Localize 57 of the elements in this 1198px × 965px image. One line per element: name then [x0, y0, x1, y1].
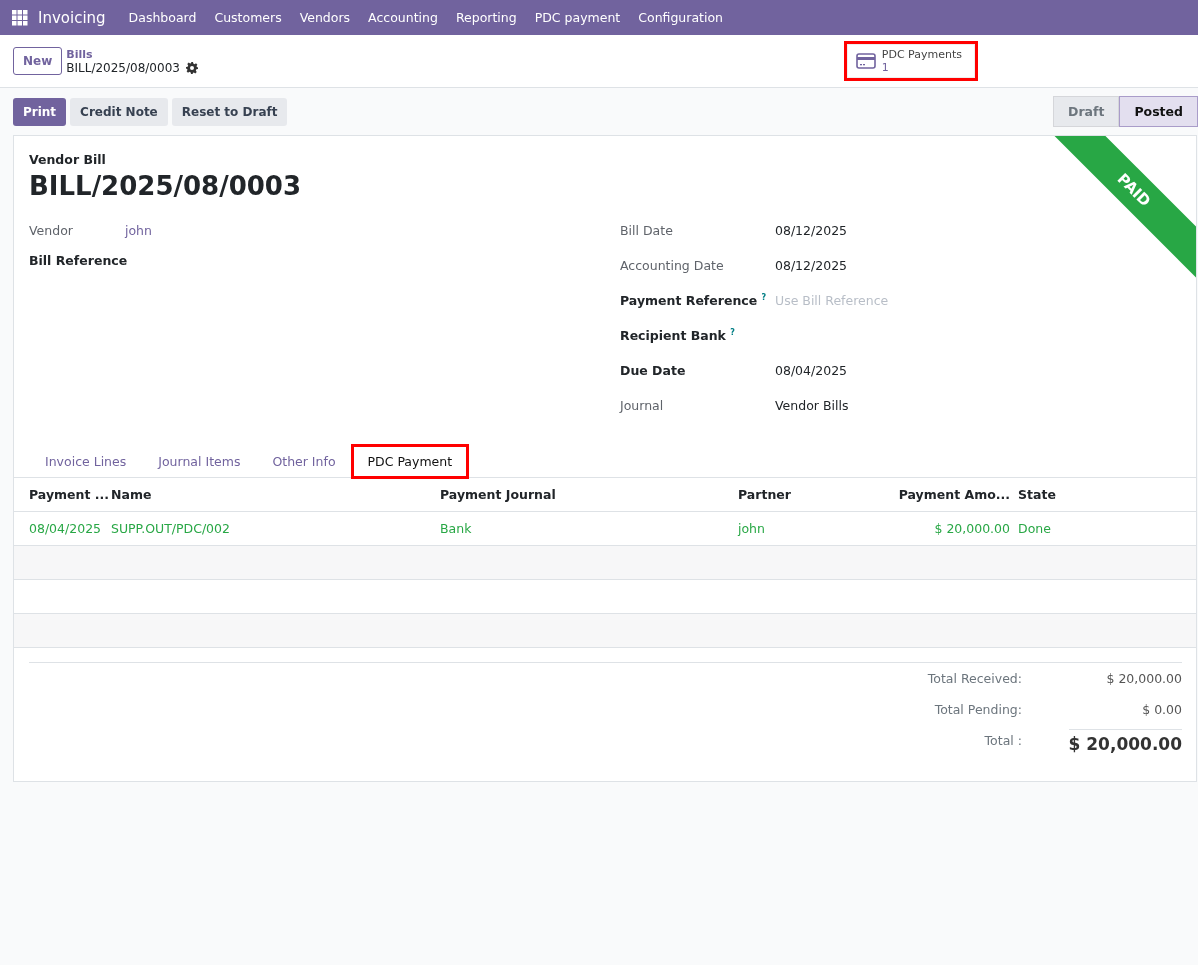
table-cell: 08/04/2025	[14, 511, 107, 546]
total-value: $ 0.00	[1142, 701, 1182, 719]
column-header[interactable]: Name	[107, 478, 436, 512]
field-value: Vendor Bills	[775, 398, 849, 413]
action-button[interactable]: Credit Note	[70, 97, 168, 126]
status-stage[interactable]: Posted	[1119, 96, 1198, 127]
menu-item[interactable]: PDC payment	[525, 10, 630, 25]
notebook-tab[interactable]: Other Info	[256, 445, 352, 478]
total-label: Total :	[984, 732, 1023, 750]
table-cell: $ 20,000.00	[874, 511, 1014, 546]
total-label: Total Pending:	[934, 701, 1023, 719]
notebook-tab[interactable]: Invoice Lines	[29, 445, 143, 478]
field-label: Accounting Date	[620, 258, 724, 273]
menu-item[interactable]: Reporting	[446, 10, 526, 25]
field-label: Bill Reference	[29, 253, 128, 268]
column-header[interactable]: Partner	[734, 478, 874, 512]
table-cell: Bank	[436, 511, 734, 546]
status-stage[interactable]: Draft	[1053, 96, 1120, 127]
action-button[interactable]: Print	[13, 97, 67, 126]
menu-item[interactable]: Dashboard	[119, 10, 206, 25]
field-value[interactable]: john	[125, 223, 152, 238]
column-header[interactable]: Payment Amo...	[874, 478, 1014, 512]
field-label: Due Date	[620, 363, 686, 378]
breadcrumb-link[interactable]: Bills	[66, 47, 198, 61]
column-header[interactable]: Payment ...	[14, 478, 107, 512]
total-value: $ 20,000.00	[1068, 729, 1182, 760]
pdc-payments-button[interactable]: PDC Payments 1	[846, 44, 975, 78]
table-cell: SUPP.OUT/PDC/002	[107, 511, 436, 546]
menu-item[interactable]: Customers	[205, 10, 291, 25]
settings-icon[interactable]	[185, 61, 198, 74]
action-button[interactable]: Reset to Draft	[171, 97, 288, 126]
notebook-tab[interactable]: PDC Payment	[351, 445, 469, 478]
field-value: 08/12/2025	[775, 223, 848, 238]
menu-item[interactable]: Configuration	[629, 10, 733, 25]
field-label: Bill Date	[620, 223, 673, 238]
document-title: BILL/2025/08/0003	[29, 171, 302, 201]
field-label: Journal	[620, 398, 664, 413]
menu-item[interactable]: Accounting	[359, 10, 447, 25]
table-cell: john	[734, 511, 874, 546]
app-grid-icon[interactable]	[12, 9, 28, 26]
app-name[interactable]: Invoicing	[38, 8, 106, 27]
menu-item[interactable]: Vendors	[290, 10, 360, 25]
total-label: Total Received:	[927, 670, 1023, 688]
document-type: Vendor Bill	[29, 152, 107, 167]
field-label: Vendor	[29, 223, 73, 238]
field-label: Payment Reference $^{?}$	[620, 293, 767, 309]
field-label: Recipient Bank $^{?}$	[620, 328, 735, 344]
column-header[interactable]: State	[1014, 478, 1196, 512]
table-cell: Done	[1014, 511, 1196, 546]
total-value: $ 20,000.00	[1106, 670, 1182, 688]
new-button[interactable]: New	[13, 47, 63, 75]
field-value: 08/12/2025	[775, 258, 848, 273]
field-value: 08/04/2025	[775, 363, 848, 378]
column-header[interactable]: Payment Journal	[436, 478, 734, 512]
credit-card-icon	[855, 53, 876, 69]
notebook-tab[interactable]: Journal Items	[142, 445, 257, 478]
record-name: BILL/2025/08/0003	[66, 60, 180, 75]
